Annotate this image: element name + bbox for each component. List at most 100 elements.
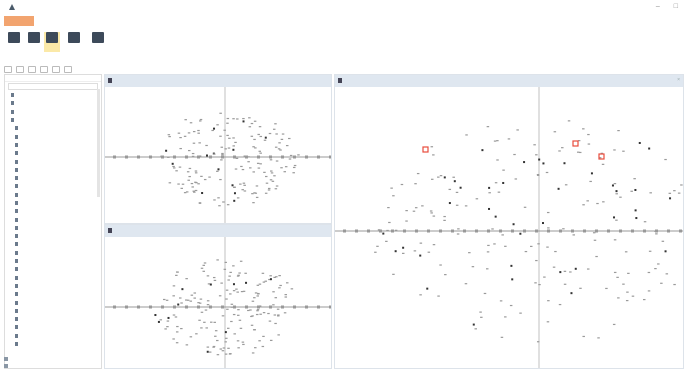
scatter-point[interactable] bbox=[167, 156, 170, 158]
scatter-point[interactable] bbox=[239, 260, 243, 262]
ribbon-view-button[interactable] bbox=[6, 32, 22, 52]
scatter-point[interactable] bbox=[567, 120, 571, 122]
scatter-point[interactable] bbox=[216, 259, 219, 261]
scatter-point[interactable] bbox=[589, 180, 592, 183]
scatter-point[interactable] bbox=[230, 320, 233, 323]
scatter-point[interactable] bbox=[221, 350, 225, 352]
scatter-point[interactable] bbox=[546, 321, 550, 323]
scatter-point[interactable] bbox=[491, 228, 494, 230]
scatter-point[interactable] bbox=[536, 341, 540, 343]
scatter-point[interactable] bbox=[219, 178, 222, 181]
scatter-point[interactable] bbox=[631, 295, 635, 297]
scatter-point[interactable] bbox=[481, 149, 484, 152]
scatter-point[interactable] bbox=[626, 291, 629, 293]
scatter-point[interactable] bbox=[660, 282, 663, 284]
scatter-point[interactable] bbox=[259, 163, 262, 165]
scatter-point[interactable] bbox=[179, 297, 182, 299]
scatter-point[interactable] bbox=[218, 295, 222, 297]
scatter-point[interactable] bbox=[587, 143, 591, 145]
scatter-point[interactable] bbox=[427, 251, 431, 253]
scatter-point[interactable] bbox=[264, 192, 268, 194]
highlight-marker[interactable] bbox=[422, 146, 429, 153]
scatter-point[interactable] bbox=[274, 123, 277, 125]
scatter-point[interactable] bbox=[488, 192, 491, 194]
scatter-point[interactable] bbox=[471, 266, 475, 268]
scatter-point[interactable] bbox=[625, 299, 629, 302]
scatter-point[interactable] bbox=[203, 262, 207, 264]
scatter-point[interactable] bbox=[283, 171, 287, 173]
scatter-point[interactable] bbox=[254, 347, 257, 349]
scatter-point[interactable] bbox=[280, 138, 284, 141]
filter-icon[interactable] bbox=[52, 66, 60, 73]
scatter-point[interactable] bbox=[192, 142, 196, 144]
scatter-point[interactable] bbox=[511, 278, 514, 281]
scatter-point[interactable] bbox=[258, 305, 262, 307]
scatter-point[interactable] bbox=[448, 202, 451, 205]
scatter-point[interactable] bbox=[256, 284, 260, 286]
scatter-point[interactable] bbox=[654, 268, 657, 270]
scatter-point[interactable] bbox=[601, 163, 605, 165]
scatter-point[interactable] bbox=[172, 295, 175, 297]
scatter-point[interactable] bbox=[269, 179, 273, 181]
scatter-point[interactable] bbox=[570, 292, 573, 295]
scatter-point[interactable] bbox=[219, 348, 223, 350]
scatter-point[interactable] bbox=[483, 292, 487, 295]
scatter-point[interactable] bbox=[597, 337, 600, 339]
scatter-point[interactable] bbox=[443, 219, 446, 221]
ribbon-grid-button[interactable] bbox=[66, 32, 82, 52]
maximize-button[interactable]: □ bbox=[674, 3, 678, 10]
scatter-point[interactable] bbox=[194, 170, 198, 172]
scatter-point[interactable] bbox=[172, 285, 176, 287]
tree-item[interactable] bbox=[5, 315, 101, 323]
scatter-point[interactable] bbox=[191, 186, 194, 188]
scatter-point[interactable] bbox=[214, 330, 218, 332]
scatter-point[interactable] bbox=[242, 182, 246, 184]
scatter-point[interactable] bbox=[242, 290, 246, 292]
scatter-point[interactable] bbox=[402, 246, 405, 249]
tree-item[interactable] bbox=[5, 132, 101, 140]
scatter-point[interactable] bbox=[227, 327, 230, 329]
scatter-point[interactable] bbox=[673, 283, 676, 286]
scatter-point[interactable] bbox=[430, 146, 434, 148]
scatter-point[interactable] bbox=[456, 233, 460, 235]
scatter-point[interactable] bbox=[180, 327, 183, 330]
scatter-point[interactable] bbox=[545, 171, 549, 174]
scatter-point[interactable] bbox=[220, 159, 223, 161]
scatter-point[interactable] bbox=[268, 132, 272, 135]
scatter-point[interactable] bbox=[256, 162, 260, 164]
scatter-point[interactable] bbox=[278, 287, 281, 289]
tree-item[interactable] bbox=[5, 191, 101, 199]
scatter-point[interactable] bbox=[509, 304, 513, 307]
scatter-point[interactable] bbox=[235, 288, 238, 290]
scatter-point[interactable] bbox=[250, 122, 254, 125]
scatter-point[interactable] bbox=[225, 289, 229, 291]
scatter-point[interactable] bbox=[535, 259, 538, 262]
scatter-point[interactable] bbox=[247, 309, 250, 312]
scatter-point[interactable] bbox=[547, 227, 550, 229]
scatter-point[interactable] bbox=[233, 186, 236, 188]
scatter-point[interactable] bbox=[504, 316, 507, 318]
scatter-point[interactable] bbox=[612, 323, 616, 326]
plot-area-top-left[interactable] bbox=[105, 87, 331, 223]
scatter-point[interactable] bbox=[199, 118, 203, 121]
scatter-point[interactable] bbox=[229, 293, 232, 295]
scatter-point[interactable] bbox=[394, 229, 398, 231]
scatter-point[interactable] bbox=[647, 271, 651, 274]
scatter-point[interactable] bbox=[534, 282, 537, 284]
scatter-point[interactable] bbox=[274, 188, 278, 190]
scatter-point[interactable] bbox=[432, 154, 435, 156]
scatter-point[interactable] bbox=[519, 312, 522, 314]
scatter-point[interactable] bbox=[586, 268, 590, 270]
scatter-point[interactable] bbox=[237, 347, 240, 349]
scatter-point[interactable] bbox=[488, 186, 491, 189]
scatter-point[interactable] bbox=[187, 149, 191, 152]
scatter-point[interactable] bbox=[499, 300, 503, 302]
scatter-point[interactable] bbox=[256, 309, 260, 311]
scatter-point[interactable] bbox=[200, 175, 203, 177]
scatter-point[interactable] bbox=[236, 118, 239, 120]
scatter-point[interactable] bbox=[416, 172, 420, 175]
scatter-point[interactable] bbox=[230, 303, 234, 305]
tree-item[interactable] bbox=[5, 157, 101, 165]
scatter-point[interactable] bbox=[642, 298, 646, 301]
scatter-point[interactable] bbox=[187, 179, 190, 181]
